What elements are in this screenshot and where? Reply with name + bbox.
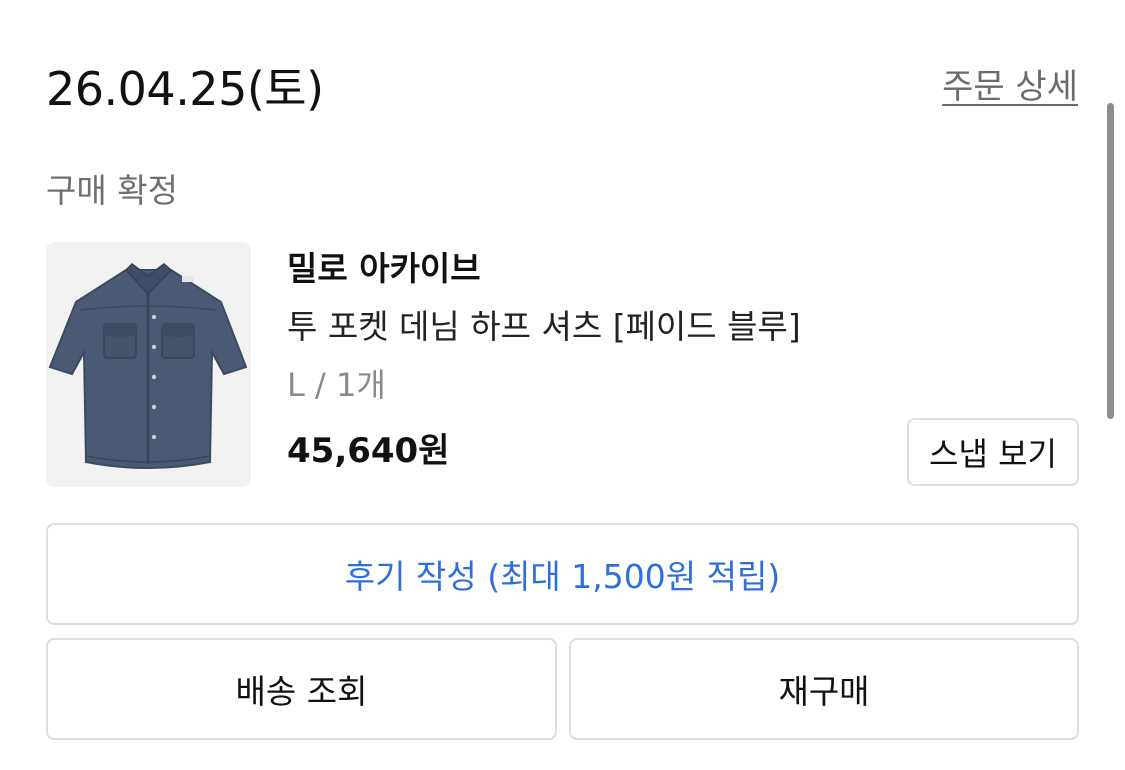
order-status: 구매 확정 bbox=[46, 171, 178, 210]
order-date: 26.04.25(토) bbox=[46, 62, 324, 116]
reorder-button[interactable]: 재구매 bbox=[569, 638, 1079, 740]
order-detail-link[interactable]: 주문 상세 bbox=[942, 64, 1078, 110]
track-delivery-button[interactable]: 배송 조회 bbox=[46, 638, 557, 740]
product-brand[interactable]: 밀로 아카이브 bbox=[287, 246, 481, 292]
product-price: 45,640원 bbox=[287, 431, 450, 471]
product-name[interactable]: 투 포켓 데님 하프 셔츠 [페이드 블루] bbox=[287, 304, 801, 350]
denim-shirt-icon bbox=[48, 263, 248, 469]
scrollbar[interactable] bbox=[1107, 103, 1114, 419]
write-review-button[interactable]: 후기 작성 (최대 1,500원 적립) bbox=[46, 523, 1079, 625]
order-item-card: 26.04.25(토) 주문 상세 구매 확정 밀로 아카이브 투 포켓 데님 … bbox=[0, 0, 1125, 770]
product-image[interactable] bbox=[46, 242, 251, 487]
product-option: L / 1개 bbox=[287, 366, 386, 404]
view-snap-button[interactable]: 스냅 보기 bbox=[907, 418, 1079, 486]
